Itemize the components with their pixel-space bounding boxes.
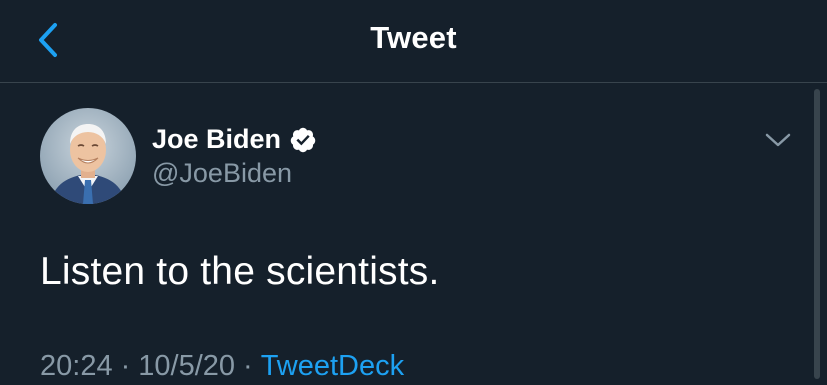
separator: · [243,350,253,382]
tweet-date: 10/5/20 [138,350,236,382]
author-name-row[interactable]: Joe Biden [152,124,317,155]
tweet-text: Listen to the scientists. [40,250,440,293]
author-handle[interactable]: @JoeBiden [152,158,292,189]
tweet-time: 20:24 [40,350,113,382]
page-title: Tweet [370,20,457,55]
separator: · [120,350,131,382]
verified-badge-icon [290,127,316,152]
scrollbar[interactable] [814,89,820,379]
tweet-source-link[interactable]: TweetDeck [261,350,404,382]
top-bar: Tweet [0,0,827,83]
tweet-menu-button[interactable] [758,120,798,160]
avatar[interactable] [40,108,136,204]
profile-photo [40,108,136,204]
tweet-metadata: 20:24 · 10/5/20 · TweetDeck [40,350,404,383]
author-display-name[interactable]: Joe Biden [152,124,281,155]
chevron-down-icon [765,133,791,147]
